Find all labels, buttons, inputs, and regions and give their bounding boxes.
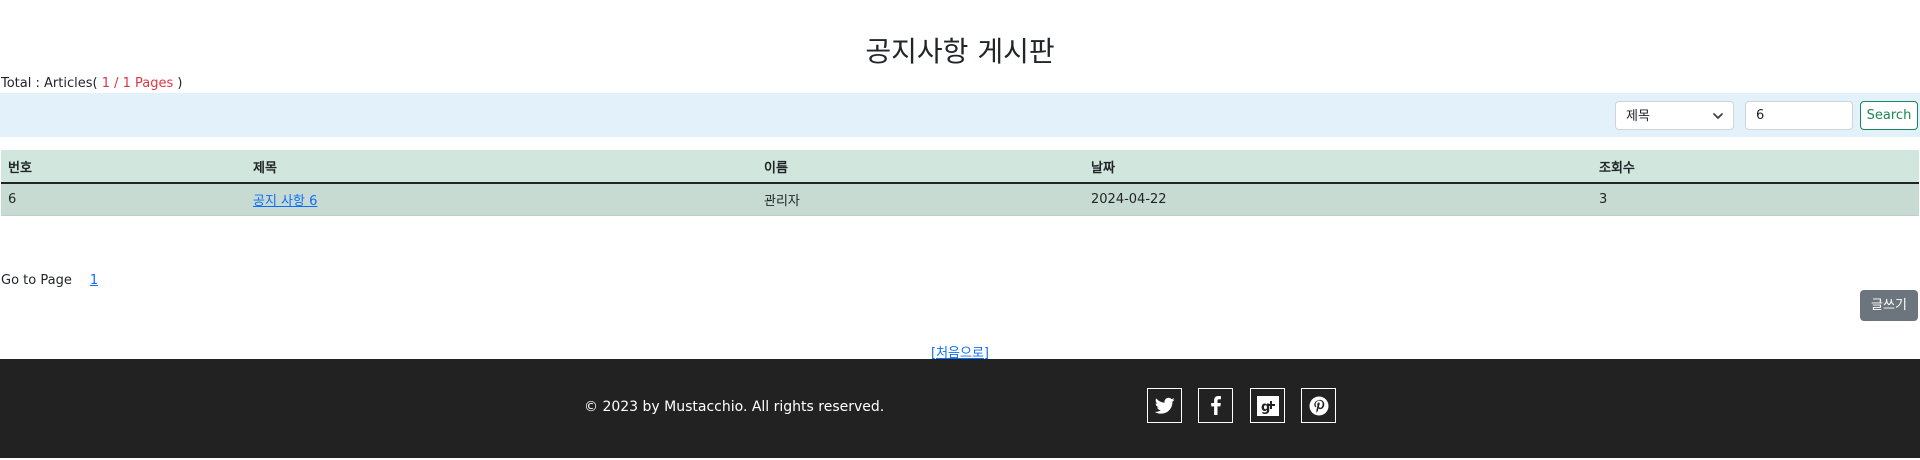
cell-name: 관리자 [757,183,1084,216]
search-bar: 제목 Search [0,93,1920,137]
copyright-text: © 2023 by Mustacchio. All rights reserve… [584,399,885,415]
notice-table: 번호 제목 이름 날짜 조회수 6 공지 사항 6 관리자 2024-04-22… [1,150,1919,216]
page-title: 공지사항 게시판 [865,35,1055,68]
write-button[interactable]: 글쓰기 [1860,290,1918,321]
table-row: 6 공지 사항 6 관리자 2024-04-22 3 [1,183,1919,216]
column-header-date: 날짜 [1084,150,1592,184]
cell-date: 2024-04-22 [1084,183,1592,216]
table-header-row: 번호 제목 이름 날짜 조회수 [1,150,1919,184]
page-count: 1 / 1 Pages [97,76,178,91]
column-header-name: 이름 [757,150,1084,184]
column-header-title: 제목 [246,150,757,184]
svg-text:g: g [1261,400,1270,415]
summary-suffix: ) [177,76,183,91]
pagination-label: Go to Page [1,273,72,288]
search-button[interactable]: Search [1860,101,1918,130]
page-link-1[interactable]: 1 [90,273,98,288]
article-summary: Total : Articles( 1 / 1 Pages ) [1,76,182,91]
cell-number: 6 [1,183,246,216]
footer: © 2023 by Mustacchio. All rights reserve… [0,359,1920,458]
search-input[interactable] [1745,101,1853,130]
cell-views: 3 [1592,183,1919,216]
chevron-down-icon [1713,102,1723,142]
search-field-value: 제목 [1626,109,1650,124]
twitter-icon[interactable] [1147,388,1182,423]
column-header-number: 번호 [1,150,246,184]
column-header-views: 조회수 [1592,150,1919,184]
article-title-link[interactable]: 공지 사항 6 [253,194,317,209]
google-plus-icon[interactable]: g [1250,388,1285,423]
pinterest-icon[interactable] [1301,388,1336,423]
facebook-icon[interactable] [1198,388,1233,423]
search-field-select[interactable]: 제목 [1615,101,1734,130]
summary-prefix: Total : Articles( [1,76,98,91]
pagination: Go to Page 1 [1,273,98,288]
cell-title: 공지 사항 6 [246,183,757,216]
